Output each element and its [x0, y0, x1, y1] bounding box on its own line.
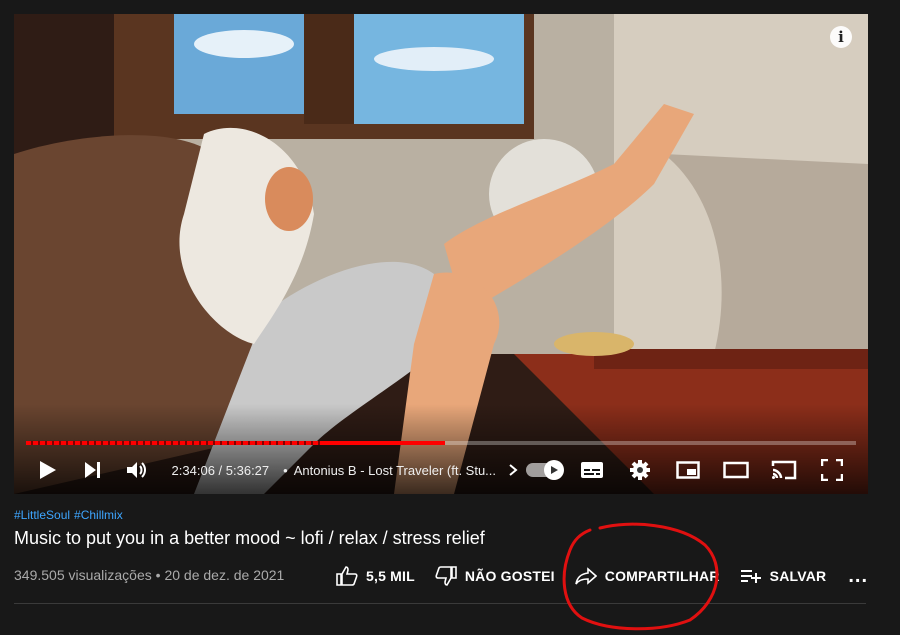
chapter-button[interactable]: • Antonius B - Lost Traveler (ft. Stu... — [277, 463, 520, 478]
volume-icon — [127, 462, 147, 478]
fullscreen-button[interactable] — [808, 452, 856, 488]
video-info: #LittleSoul #Chillmix Music to put you in… — [14, 508, 874, 549]
dislike-label: NÃO GOSTEI — [464, 568, 555, 584]
miniplayer-button[interactable] — [664, 452, 712, 488]
hashtags: #LittleSoul #Chillmix — [14, 508, 874, 522]
time-total: 5:36:27 — [225, 462, 270, 478]
time-current: 2:34:06 — [171, 462, 215, 478]
chapter-dot: • — [283, 462, 288, 478]
volume-button[interactable] — [115, 452, 160, 488]
upload-date: 20 de dez. de 2021 — [164, 567, 285, 583]
chevron-right-icon — [509, 464, 518, 476]
miniplayer-icon — [676, 461, 700, 479]
video-title: Music to put you in a better mood ~ lofi… — [14, 528, 485, 548]
time-separator: / — [214, 462, 226, 478]
view-count-date: 349.505 visualizações • 20 de dez. de 20… — [14, 567, 284, 583]
playlist-add-icon — [740, 570, 761, 583]
dislike-button[interactable]: NÃO GOSTEI — [435, 566, 555, 586]
hashtag-link[interactable]: #Chillmix — [74, 508, 123, 522]
progress-bar[interactable] — [26, 441, 856, 445]
hashtag-link[interactable]: #LittleSoul — [14, 508, 70, 522]
fullscreen-icon — [821, 459, 844, 481]
date-separator: • — [151, 567, 165, 583]
divider — [14, 603, 866, 604]
like-count: 5,5 MIL — [366, 568, 415, 584]
more-actions-button[interactable]: ... — [848, 565, 868, 588]
theater-icon — [723, 461, 749, 479]
info-icon[interactable]: i — [830, 26, 852, 48]
next-button[interactable] — [71, 452, 116, 488]
settings-button[interactable] — [616, 452, 664, 488]
autoplay-toggle-icon — [526, 460, 565, 480]
subtitles-icon — [581, 462, 604, 478]
next-icon — [84, 462, 100, 478]
time-display: 2:34:06 / 5:36:27 — [172, 463, 270, 478]
subtitles-button[interactable] — [568, 452, 616, 488]
play-icon — [40, 461, 57, 479]
share-label: COMPARTILHAR — [604, 568, 720, 584]
play-button[interactable] — [26, 452, 71, 488]
action-buttons: 5,5 MIL NÃO GOSTEI COMPARTILHAR SALVAR .… — [336, 560, 868, 592]
save-button[interactable]: SALVAR — [740, 568, 827, 584]
thumbs-down-icon — [435, 566, 457, 586]
thumbs-up-icon — [336, 566, 358, 586]
share-button[interactable]: COMPARTILHAR — [574, 567, 720, 585]
view-count: 349.505 visualizações — [14, 567, 152, 583]
chapter-markers — [26, 441, 325, 445]
meta-row: 349.505 visualizações • 20 de dez. de 20… — [14, 560, 874, 592]
cast-icon — [771, 460, 797, 480]
chapter-title: Antonius B - Lost Traveler (ft. Stu... — [293, 462, 497, 478]
right-controls — [520, 452, 856, 488]
like-button[interactable]: 5,5 MIL — [336, 566, 415, 586]
player-controls: 2:34:06 / 5:36:27 • Antonius B - Lost Tr… — [14, 452, 868, 488]
share-icon — [574, 567, 597, 585]
settings-icon — [630, 460, 651, 480]
theater-button[interactable] — [712, 452, 760, 488]
cast-button[interactable] — [760, 452, 808, 488]
save-label: SALVAR — [769, 568, 827, 584]
autoplay-toggle[interactable] — [520, 452, 568, 488]
video-player[interactable]: i 2:34:06 / 5:36:27 • Antonius B - Lost … — [14, 14, 868, 494]
